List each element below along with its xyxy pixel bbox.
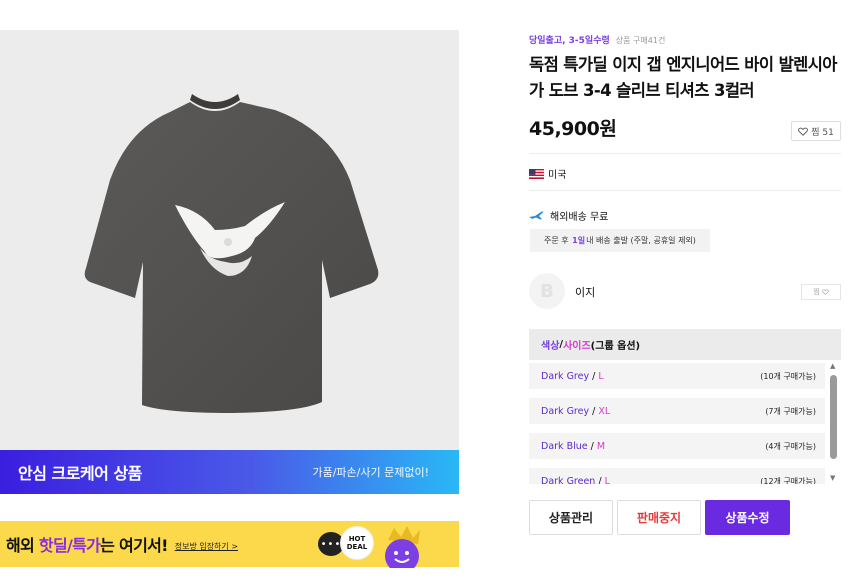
option-name: Dark Grey / L — [541, 370, 604, 382]
hot-deal-badge: HOT DEAL — [340, 526, 374, 560]
delivery-note-before: 주문 후 — [544, 236, 569, 245]
origin-label: 미국 — [548, 170, 567, 181]
origin-country: 미국 — [529, 166, 566, 181]
option-availability: (12개 구매가능) — [760, 476, 816, 485]
option-header-color: 색상 — [541, 341, 560, 352]
option-color: Dark Grey — [541, 370, 590, 382]
option-item[interactable]: Dark Grey / XL (7개 구매가능) — [529, 398, 825, 424]
divider — [529, 153, 841, 154]
option-size: L — [604, 475, 610, 485]
option-list-scrollbar[interactable]: ▲ ▼ — [829, 362, 839, 482]
option-list: Dark Grey / L (10개 구매가능) Dark Grey / XL … — [529, 360, 825, 484]
delivery-note-after: 내 배송 출발 (주말, 공휴일 제외) — [586, 236, 696, 245]
wish-count: 찜 51 — [811, 127, 834, 138]
option-size: XL — [598, 405, 611, 417]
option-item[interactable]: Dark Grey / L (10개 구매가능) — [529, 363, 825, 389]
seller-wish-button[interactable]: 찜 — [801, 284, 841, 300]
product-image — [0, 30, 459, 450]
hotdeal-headline: 해외 핫딜/특가는 여기서! — [6, 532, 168, 556]
hotdeal-text-before: 해외 — [6, 536, 39, 555]
scrollbar-thumb[interactable] — [830, 375, 837, 459]
option-header-size: 사이즈 — [563, 341, 591, 352]
manage-product-button[interactable]: 상품관리 — [529, 500, 613, 535]
hot-deal-badge-line1: HOT — [348, 535, 366, 543]
option-name: Dark Grey / XL — [541, 405, 611, 417]
care-banner-subtitle: 가품/파손/사기 문제없이! — [312, 466, 429, 479]
option-size: M — [596, 440, 606, 452]
option-availability: (4개 구매가능) — [765, 441, 816, 451]
us-flag-icon — [529, 168, 544, 179]
mascot-icon — [385, 526, 420, 568]
divider — [529, 190, 841, 191]
option-name: Dark Blue / M — [541, 440, 606, 452]
stop-sale-button[interactable]: 판매중지 — [617, 500, 701, 535]
scroll-up-arrow-icon[interactable]: ▲ — [830, 362, 835, 370]
seller-avatar[interactable]: B — [529, 273, 565, 309]
option-color: Dark Blue — [541, 440, 588, 452]
option-item[interactable]: Dark Green / L (12개 구매가능) — [529, 468, 825, 484]
delivery-note: 주문 후 1일 내 배송 출발 (주말, 공휴일 제외) — [530, 229, 710, 252]
option-color: Dark Grey — [541, 405, 590, 417]
seller-wish-label: 찜 — [813, 288, 820, 296]
option-size: L — [598, 370, 604, 382]
option-item[interactable]: Dark Blue / M (4개 구매가능) — [529, 433, 825, 459]
hot-deal-badge-line2: DEAL — [346, 543, 368, 551]
option-color: Dark Green — [541, 475, 596, 485]
hotdeal-entry-link[interactable]: 정보방 입장하기 > — [175, 541, 238, 552]
overseas-shipping: 해외배송 무료 — [529, 208, 608, 223]
heart-outline-icon — [821, 289, 829, 295]
edit-product-button[interactable]: 상품수정 — [705, 500, 790, 535]
care-banner-title: 안심 크로케어 상품 — [18, 464, 142, 483]
wish-button[interactable]: 찜 51 — [791, 121, 841, 141]
option-availability: (10개 구매가능) — [760, 371, 816, 381]
care-banner[interactable]: 안심 크로케어 상품 가품/파손/사기 문제없이! — [0, 450, 459, 494]
option-group-header: 색상 / 사이즈 (그룹 옵션) — [529, 329, 841, 360]
option-availability: (7개 구매가능) — [765, 406, 816, 416]
option-name: Dark Green / L — [541, 476, 610, 485]
delivery-note-highlight: 1일 — [572, 236, 586, 245]
scroll-down-arrow-icon[interactable]: ▼ — [830, 474, 835, 482]
seller-name[interactable]: 이지 — [575, 284, 595, 300]
hotdeal-text-after: 는 여기서! — [100, 536, 168, 555]
product-title: 독점 특가딜 이지 갭 엔지니어드 바이 발렌시아가 도브 3-4 슬리브 티셔… — [529, 55, 837, 100]
purchase-count: 상품 구매41건 — [615, 36, 666, 45]
tshirt-body — [84, 102, 379, 413]
fast-shipping-label: 당일출고, 3-5일수령 — [529, 36, 610, 46]
option-header-suffix: (그룹 옵션) — [590, 341, 641, 352]
hotdeal-highlight: 핫딜/특가 — [38, 536, 101, 555]
overseas-shipping-label: 해외배송 무료 — [550, 212, 609, 223]
heart-outline-icon — [798, 127, 809, 136]
product-price: 45,900원 — [529, 118, 617, 140]
airplane-icon — [529, 211, 544, 219]
tshirt-illustration — [84, 94, 379, 413]
shipping-tag: 당일출고, 3-5일수령 상품 구매41건 — [529, 33, 665, 46]
